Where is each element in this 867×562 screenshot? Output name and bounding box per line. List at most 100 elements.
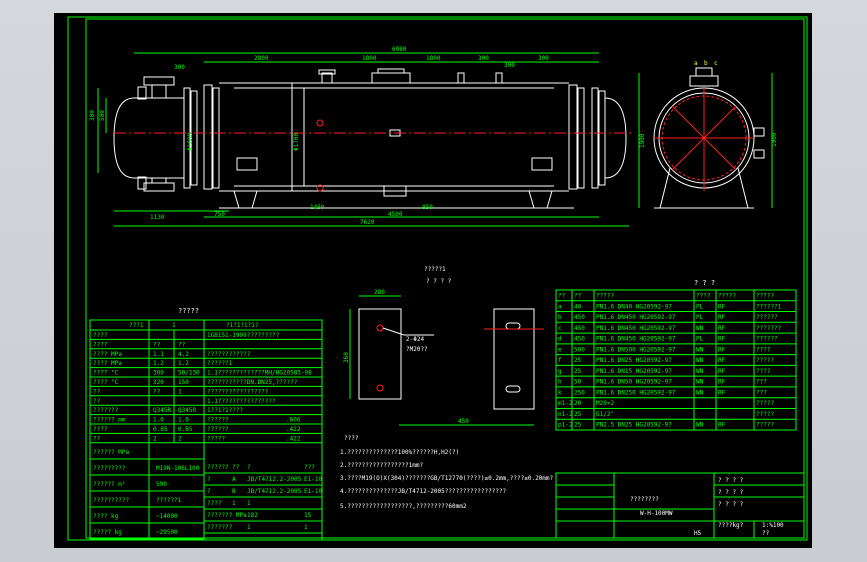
nozzle-cell: 25: [574, 411, 582, 418]
dim-seg-e: 300: [538, 55, 549, 62]
tech-cell: ??: [93, 398, 101, 405]
tech-cell: 1GB151-1999?????????: [207, 332, 280, 339]
title-drawing-name: ????????: [630, 496, 659, 503]
tech-cell: ???? MPa: [93, 351, 122, 358]
nozzle-cell: ?????: [718, 293, 736, 300]
tech-rl-cell: JB/T4712.2-2005: [247, 488, 302, 495]
tech-rl-cell: 15: [304, 512, 312, 519]
nozzle-cell: PN1.6 DN450 HG20592-97: [596, 336, 676, 343]
right-head-outline: [604, 97, 627, 179]
tech-cell: Q345R: [178, 407, 196, 414]
nozzle-cell: WN: [696, 389, 704, 396]
nozzle-cell: 250: [574, 389, 585, 396]
detail-hole-note-a: 2-Φ24: [406, 336, 424, 343]
nozzle-cell: ??????1: [756, 303, 782, 310]
nozzle-cell: f: [558, 357, 562, 364]
nozzle-cell: 50: [574, 379, 582, 386]
note-2: 2.?????????????????1mm?: [340, 462, 423, 469]
nozzle-cell: 20: [574, 400, 582, 407]
nozzle-cell: PL: [696, 336, 704, 343]
nozzle-cell: 450: [574, 336, 585, 343]
nozzle-cell: ??????: [756, 336, 778, 343]
tech-cell: ???? MPa: [93, 360, 122, 367]
nozzle-cell: M20×2: [596, 400, 614, 407]
dim-bottom-left: 1130: [150, 214, 165, 221]
tech-cell: ?????? mm: [93, 417, 126, 424]
tech-rl-cell: E1-10: [304, 476, 322, 483]
nozzle-cell: 25: [574, 422, 582, 429]
nozzle-cell: g: [558, 368, 562, 375]
nozzle-cell: PN1.6 DN15 HG20592-97: [596, 368, 672, 375]
tech-lower-cell: ~14000: [156, 513, 178, 520]
nozzle-cell: PL: [696, 303, 704, 310]
tech-rl-cell: ?: [247, 464, 251, 471]
nozzle-cell: 500: [574, 346, 585, 353]
tech-cell: ??: [93, 435, 101, 442]
tech-lower-cell: ????? kg: [93, 529, 122, 536]
tech-cell: 150: [178, 379, 189, 386]
nozzle-cell: ??: [574, 293, 582, 300]
tech-cell: ?????????????????: [207, 388, 269, 395]
nozzle-cell: ?????: [756, 400, 774, 407]
nozzle-cell: RF: [718, 389, 726, 396]
nozzle-cell: WN: [696, 357, 704, 364]
tech-cell: 1: [178, 388, 182, 395]
dim-left-dia: Φ1600: [187, 133, 194, 151]
nozzle-table-title: ? ? ?: [694, 279, 715, 287]
nozzle-cell: RF: [718, 379, 726, 386]
saddle-right: [528, 190, 553, 209]
nozzle-cell: d: [558, 336, 562, 343]
tech-cell: ???????????DN.DN25,??????: [207, 379, 298, 386]
nozzle-cell: PL: [696, 314, 704, 321]
nozzle-cell: WN: [696, 379, 704, 386]
tech-cell: ???? °C: [93, 370, 119, 377]
detail-title-a: ?????1: [424, 266, 446, 273]
nozzle-cell: ?????: [756, 411, 774, 418]
nozzle-cell: e: [558, 346, 562, 353]
tech-cell: ????????????: [207, 351, 251, 358]
saddle-left: [233, 190, 258, 209]
side-label-a: a: [694, 60, 698, 67]
nozzle-cell: WN: [696, 422, 704, 429]
nozzle-cell: 450: [574, 325, 585, 332]
tech-rl-cell: A: [232, 476, 236, 483]
tech-lower-cell: ???? kg: [93, 513, 119, 520]
tech-rl-cell: 1: [304, 524, 308, 531]
tech-lower-cell: ??????????: [93, 497, 130, 504]
tech-cell: 1.1????????????????: [207, 398, 276, 405]
tech-cell: ????: [93, 341, 108, 348]
tech-lower-cell: M19N-106L100: [156, 465, 200, 472]
tech-rl-cell: ??????? MPa: [207, 512, 247, 519]
title-small-1: ? ? ? ?: [718, 477, 744, 484]
nozzle-cell: ?????: [756, 293, 774, 300]
nozzle-cell: RF: [718, 357, 726, 364]
tech-cell: ??: [93, 388, 101, 395]
dim-bottom-b: 1450: [310, 204, 325, 211]
notes: ???? 1.??????????????100%??????H,H2(?) 2…: [340, 435, 554, 510]
dim-shell-dia: Φ1700: [293, 133, 300, 151]
nozzle-cell: PN1.6 DN40 HG20592-97: [596, 303, 672, 310]
nozzle-cell: ?????: [756, 357, 774, 364]
tech-lower-cell: ?????? MPa: [93, 449, 130, 456]
note-3: 3.????M19(O)X(304)???????GB/T12770(????)…: [340, 475, 554, 482]
tech-cell: 2: [153, 435, 157, 442]
dim-right-height: 1900: [639, 133, 646, 148]
drawing-canvas[interactable]: 6980 2800 1800 1800 300 300 300 300 300 …: [54, 13, 812, 548]
dim-left-h-b: 500: [99, 110, 106, 121]
dim-nozzle-top-a: 300: [174, 64, 185, 71]
tech-rl-cell: 1: [232, 500, 236, 507]
tech-cell: ??????: [207, 417, 229, 424]
tech-cell: Q345R: [153, 407, 171, 414]
note-5: 5.??????????????????,?????????60mm2: [340, 503, 467, 510]
dim-seg-d: 300: [478, 55, 489, 62]
nozzle-cell: WN: [696, 325, 704, 332]
nozzle-cell: ??: [558, 293, 566, 300]
nozzle-cell: PN1.6 DN450 HG20592-97: [596, 314, 676, 321]
nozzle-cell: 25: [574, 368, 582, 375]
nozzle-cell: ???: [756, 379, 767, 386]
tech-cell: ???????: [93, 407, 119, 414]
tech-cell: 0.85: [178, 426, 193, 433]
nozzle-cell: b: [558, 314, 562, 321]
nozzle-cell: PN1.6 DN50 HG20592-97: [596, 379, 672, 386]
nozzle-cell: ???????: [756, 325, 782, 332]
